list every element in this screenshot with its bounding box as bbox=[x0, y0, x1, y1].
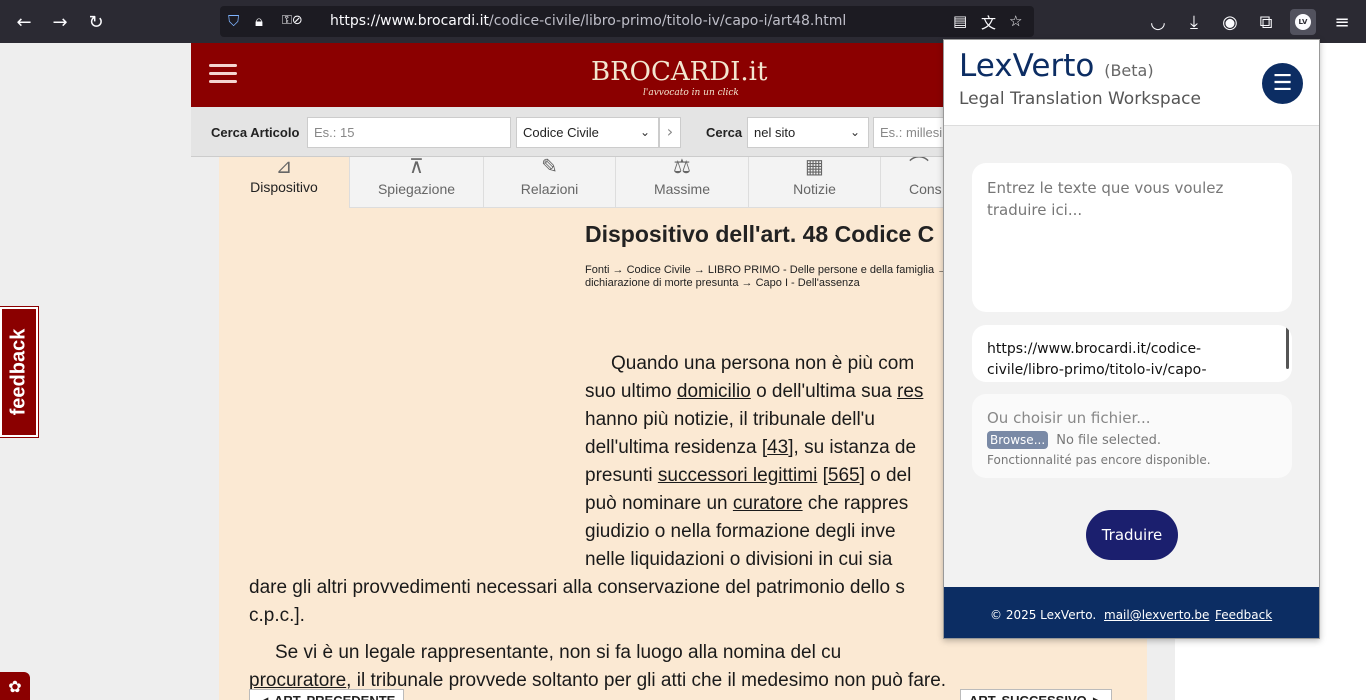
beta-label: (Beta) bbox=[1104, 61, 1154, 80]
no-file-label: No file selected. bbox=[1056, 433, 1161, 448]
article-line: giudizio o nella formazione degli inve bbox=[585, 521, 896, 542]
article-line: suo ultimo domicilio o dell'ultima sua r… bbox=[585, 381, 924, 402]
link-domicilio[interactable]: domicilio bbox=[677, 381, 751, 402]
chevron-down-icon: ⌄ bbox=[639, 125, 650, 139]
footer-email-link[interactable]: mail@lexverto.be bbox=[1104, 608, 1209, 622]
article-line: dell'ultima residenza [43], su istanza d… bbox=[585, 437, 917, 458]
download-icon[interactable]: ⤓ bbox=[1181, 9, 1207, 35]
tab-massime[interactable]: ⚖ Massime bbox=[616, 157, 749, 208]
prev-article-button[interactable]: ◄ ART. PRECEDENTE bbox=[249, 689, 405, 700]
code-select-value: Codice Civile bbox=[523, 125, 599, 140]
text-to-translate-input[interactable]: Entrez le texte que vous voulez traduire… bbox=[972, 163, 1292, 312]
lock-icon[interactable]: 🔒︎ bbox=[255, 12, 263, 30]
chevron-down-icon: ⌄ bbox=[849, 125, 860, 139]
footer-feedback-link[interactable]: Feedback bbox=[1215, 608, 1272, 622]
article-line: Quando una persona non è più com bbox=[611, 353, 915, 374]
tab-spiegazione[interactable]: ⊼ Spiegazione bbox=[350, 157, 484, 208]
site-menu-icon[interactable] bbox=[205, 59, 241, 91]
link-ref-565[interactable]: 565 bbox=[828, 465, 860, 486]
permissions-icon[interactable]: ⚿⊘ bbox=[282, 13, 303, 28]
link-residenza[interactable]: res bbox=[897, 381, 923, 402]
lexverto-badge: LV bbox=[1295, 14, 1311, 30]
newspaper-icon: ▦ bbox=[805, 157, 824, 178]
popup-title: LexVerto (Beta) bbox=[959, 48, 1154, 84]
spiegazione-icon: ⊼ bbox=[409, 157, 424, 178]
file-picker: Ou choisir un fichier... Browse... No fi… bbox=[972, 394, 1292, 478]
scope-select-value: nel sito bbox=[754, 125, 796, 140]
link-procuratore[interactable]: procuratore bbox=[249, 670, 346, 691]
article-search-label: Cerca Articolo bbox=[211, 125, 300, 140]
popup-menu-icon[interactable]: ☰ bbox=[1262, 63, 1303, 104]
next-article-button[interactable]: ART. SUCCESSIVO ► bbox=[960, 689, 1113, 700]
popup-footer: © 2025 LexVerto. mail@lexverto.be Feedba… bbox=[944, 587, 1319, 638]
link-successori-legittimi[interactable]: successori legittimi bbox=[658, 465, 817, 486]
lexverto-icon[interactable]: LV bbox=[1290, 9, 1316, 35]
article-line: hanno più notizie, il tribunale dell'u bbox=[585, 409, 875, 430]
url-input[interactable]: https://www.brocardi.it/codice-civile/li… bbox=[972, 325, 1292, 382]
url-scrollbar[interactable] bbox=[1286, 325, 1289, 369]
lexverto-popup: LexVerto (Beta) Legal Translation Worksp… bbox=[943, 39, 1320, 639]
site-tagline: l'avvocato in un click bbox=[643, 88, 739, 98]
site-search-input[interactable]: Es.: millesi bbox=[873, 117, 953, 148]
forward-icon[interactable]: → bbox=[47, 9, 73, 35]
article-line: nelle liquidazioni o divisioni in cui si… bbox=[585, 549, 893, 570]
article-search-input[interactable]: Es.: 15 bbox=[307, 117, 511, 148]
url-bar[interactable]: ⛉ 🔒︎ ⚿⊘ https://www.brocardi.it/codice-c… bbox=[220, 6, 1034, 37]
tab-relazioni[interactable]: ✎ Relazioni bbox=[484, 157, 616, 208]
search-submit-arrow-icon[interactable]: › bbox=[659, 117, 681, 148]
scales-icon: ⚖ bbox=[673, 157, 691, 178]
article-title: Dispositivo dell'art. 48 Codice C bbox=[585, 221, 935, 247]
footer-copyright: © 2025 LexVerto. bbox=[990, 608, 1097, 622]
breadcrumb: Fonti → Codice Civile → LIBRO PRIMO - De… bbox=[585, 264, 949, 289]
article-line: presunti successori legittimi [565] o de… bbox=[585, 465, 912, 486]
reload-icon[interactable]: ↻ bbox=[83, 9, 109, 35]
tab-dispositivo[interactable]: ⊿ Dispositivo bbox=[219, 157, 350, 208]
popup-subtitle: Legal Translation Workspace bbox=[959, 89, 1201, 109]
translate-button[interactable]: Traduire bbox=[1086, 510, 1178, 560]
file-placeholder: Ou choisir un fichier... bbox=[987, 409, 1151, 427]
file-note: Fonctionnalité pas encore disponible. bbox=[987, 453, 1211, 467]
relazioni-icon: ✎ bbox=[541, 157, 558, 178]
feedback-tab[interactable]: feedback bbox=[0, 306, 39, 438]
link-ref-43[interactable]: 43 bbox=[767, 437, 788, 458]
shield-icon[interactable]: ⛉ bbox=[228, 12, 239, 30]
scope-select[interactable]: nel sito ⌄ bbox=[747, 117, 869, 148]
article-line: può nominare un curatore che rappres bbox=[585, 493, 909, 514]
reader-icon[interactable]: ▤ bbox=[953, 12, 967, 30]
pocket-icon[interactable]: ◡ bbox=[1145, 9, 1171, 35]
tab-notizie[interactable]: ▦ Notizie bbox=[749, 157, 881, 208]
bookmark-star-icon[interactable]: ☆ bbox=[1009, 12, 1022, 30]
browser-toolbar: ← → ↻ ⛉ 🔒︎ ⚿⊘ https://www.brocardi.it/co… bbox=[0, 0, 1366, 43]
menu-icon[interactable]: ≡ bbox=[1329, 9, 1355, 35]
code-select[interactable]: Codice Civile ⌄ bbox=[516, 117, 659, 148]
link-curatore[interactable]: curatore bbox=[733, 493, 803, 514]
site-search-label: Cerca bbox=[706, 125, 743, 140]
url-text[interactable]: https://www.brocardi.it/codice-civile/li… bbox=[330, 13, 846, 29]
browse-button[interactable]: Browse... bbox=[987, 431, 1049, 449]
translate-icon[interactable]: 文 bbox=[981, 12, 996, 33]
article-line: Se vi è un legale rappresentante, non si… bbox=[275, 642, 842, 663]
cookie-settings-icon[interactable]: ✿ bbox=[0, 672, 30, 700]
article-line: dare gli altri provvedimenti necessari a… bbox=[249, 577, 905, 598]
back-icon[interactable]: ← bbox=[11, 9, 37, 35]
popup-header: LexVerto (Beta) Legal Translation Worksp… bbox=[944, 40, 1319, 126]
article-line: c.p.c.]. bbox=[249, 605, 305, 626]
site-logo[interactable]: BROCARDI.it bbox=[591, 57, 767, 87]
account-icon[interactable]: ◉ bbox=[1217, 9, 1243, 35]
extensions-icon[interactable]: ⧉ bbox=[1253, 9, 1279, 35]
